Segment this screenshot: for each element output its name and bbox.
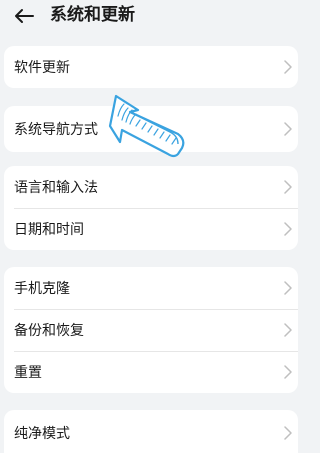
settings-item-pure-mode[interactable]: 纯净模式: [4, 412, 298, 453]
settings-group-3: 语言和输入法 日期和时间: [4, 166, 298, 250]
chevron-right-icon: [284, 60, 292, 74]
settings-group-5: 纯净模式: [4, 410, 298, 453]
settings-item-backup-restore[interactable]: 备份和恢复: [4, 309, 298, 351]
settings-group-4: 手机克隆 备份和恢复 重置: [4, 267, 298, 393]
chevron-right-icon: [284, 122, 292, 136]
chevron-right-icon: [284, 222, 292, 236]
settings-item-label: 备份和恢复: [14, 323, 84, 339]
settings-item-label: 纯净模式: [14, 426, 70, 442]
settings-item-label: 语言和输入法: [14, 180, 98, 196]
settings-group-2: 系统导航方式: [4, 106, 298, 152]
back-button[interactable]: [10, 4, 38, 28]
settings-item-label: 日期和时间: [14, 222, 84, 238]
settings-item-date-time[interactable]: 日期和时间: [4, 208, 298, 250]
page-title: 系统和更新: [50, 5, 135, 25]
settings-item-reset[interactable]: 重置: [4, 351, 298, 393]
arrow-left-icon: [15, 9, 34, 23]
settings-item-label: 系统导航方式: [14, 122, 98, 138]
top-app-bar: 系统和更新: [0, 0, 300, 36]
settings-item-system-navigation[interactable]: 系统导航方式: [4, 108, 298, 150]
chevron-right-icon: [284, 365, 292, 379]
settings-item-software-update[interactable]: 软件更新: [4, 46, 298, 88]
settings-item-label: 手机克隆: [14, 281, 70, 297]
settings-item-phone-clone[interactable]: 手机克隆: [4, 267, 298, 309]
chevron-right-icon: [284, 323, 292, 337]
chevron-right-icon: [284, 426, 292, 440]
settings-group-1: 软件更新: [4, 46, 298, 88]
settings-item-language-input[interactable]: 语言和输入法: [4, 166, 298, 208]
chevron-right-icon: [284, 281, 292, 295]
settings-item-label: 重置: [14, 365, 42, 381]
chevron-right-icon: [284, 180, 292, 194]
settings-item-label: 软件更新: [14, 60, 70, 76]
